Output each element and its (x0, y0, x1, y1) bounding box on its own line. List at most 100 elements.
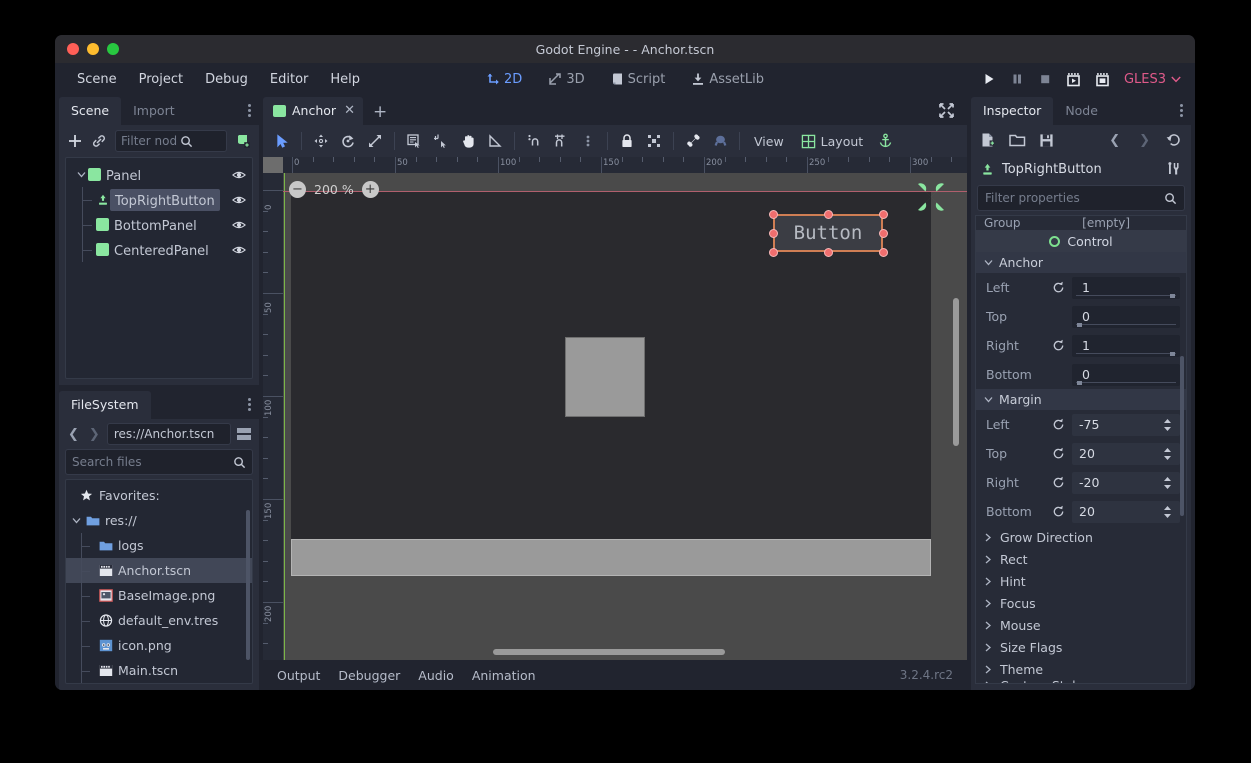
filesystem-scrollbar[interactable] (246, 510, 250, 660)
filesystem-search-input[interactable]: Search files (65, 449, 253, 475)
play-scene-button[interactable] (1066, 72, 1081, 87)
select-tool-button[interactable] (269, 129, 295, 153)
expand-chevron-icon[interactable] (72, 516, 81, 525)
nav-forward-button[interactable]: ❯ (86, 427, 103, 442)
anchor-mode-button[interactable] (872, 129, 898, 153)
resize-handle-tl[interactable] (769, 210, 778, 219)
ruler-corner[interactable] (263, 157, 283, 173)
zoom-out-button[interactable]: − (289, 181, 306, 198)
spinner-arrows-icon[interactable] (1162, 447, 1173, 461)
group-button[interactable] (641, 129, 667, 153)
visibility-toggle[interactable] (232, 168, 246, 182)
tree-item-bottompanel[interactable]: BottomPanel (66, 212, 252, 237)
property-anchor-left[interactable]: Left 1 (976, 273, 1186, 302)
inspector-forward-button[interactable]: ❯ (1136, 133, 1153, 148)
tab-import[interactable]: Import (121, 97, 187, 125)
collapsed-section-hint[interactable]: Hint (976, 570, 1186, 592)
canvas-surface[interactable]: Button (283, 173, 967, 660)
value-slider[interactable]: 1 (1072, 335, 1180, 357)
zoom-in-button[interactable]: + (362, 181, 379, 198)
slider-knob[interactable] (1170, 294, 1175, 298)
menu-debug[interactable]: Debug (195, 68, 258, 91)
canvas-vscrollbar[interactable] (953, 298, 959, 446)
revert-button[interactable] (1052, 476, 1072, 489)
rotate-tool-button[interactable] (335, 129, 361, 153)
tree-item-centeredpanel[interactable]: CenteredPanel (66, 237, 252, 262)
revert-button[interactable] (1052, 447, 1072, 460)
instance-scene-button[interactable] (91, 133, 107, 149)
revert-button[interactable] (1052, 505, 1072, 518)
tab-node[interactable]: Node (1053, 97, 1110, 125)
snap-toggle-button[interactable] (521, 129, 547, 153)
value-spinbox[interactable]: -75 (1072, 414, 1180, 436)
resize-handle-tr[interactable] (879, 210, 888, 219)
object-tools-button[interactable] (1166, 161, 1182, 177)
distraction-free-button[interactable] (938, 102, 967, 125)
spinner-arrows-icon[interactable] (1162, 418, 1173, 432)
slider-knob[interactable] (1170, 352, 1175, 356)
nav-back-button[interactable]: ❮ (65, 427, 82, 442)
pause-button[interactable] (1010, 72, 1024, 86)
revert-button[interactable] (1052, 418, 1072, 431)
fs-item-anchor-tscn[interactable]: Anchor.tscn (66, 558, 252, 583)
property-row-group-partial[interactable]: Group [empty] (976, 216, 1186, 230)
inspector-filter-input[interactable]: Filter properties (977, 185, 1185, 211)
canvas-hscrollbar[interactable] (493, 649, 725, 655)
slider-knob[interactable] (1077, 381, 1082, 385)
play-button[interactable] (982, 72, 996, 86)
visibility-toggle[interactable] (232, 218, 246, 232)
collapsed-section-theme[interactable]: Theme (976, 658, 1186, 680)
lock-button[interactable] (614, 129, 640, 153)
bone-button[interactable] (680, 129, 706, 153)
tab-inspector[interactable]: Inspector (971, 97, 1053, 125)
fs-item-default-env-tres[interactable]: default_env.tres (66, 608, 252, 633)
pan-tool-button[interactable] (455, 129, 481, 153)
property-margin-right[interactable]: Right -20 (976, 468, 1186, 497)
inspector-dock-menu-button[interactable] (1180, 95, 1191, 125)
inspector-scrollbar[interactable] (1180, 356, 1184, 516)
mode-assetlib-button[interactable]: AssetLib (685, 69, 770, 90)
bottom-tab-output[interactable]: Output (277, 668, 320, 683)
inspector-history-button[interactable] (1166, 132, 1182, 148)
add-node-button[interactable] (67, 133, 83, 149)
property-anchor-bottom[interactable]: Bottom 0 (976, 360, 1186, 389)
visibility-toggle[interactable] (232, 243, 246, 257)
visibility-toggle[interactable] (232, 193, 246, 207)
stop-button[interactable] (1038, 72, 1052, 86)
current-path-field[interactable]: res://Anchor.tscn (107, 423, 231, 445)
menu-scene[interactable]: Scene (67, 68, 127, 91)
bottom-tab-animation[interactable]: Animation (472, 668, 536, 683)
play-custom-scene-button[interactable] (1095, 72, 1110, 87)
resize-handle-bl[interactable] (769, 248, 778, 257)
view-menu-button[interactable]: View (746, 134, 792, 149)
list-select-button[interactable] (401, 129, 427, 153)
menu-editor[interactable]: Editor (260, 68, 318, 91)
value-slider[interactable]: 1 (1072, 277, 1180, 299)
fs-item-res-root[interactable]: res:// (66, 508, 252, 533)
canvas-viewport[interactable]: Button (263, 157, 967, 660)
fs-item-main-tscn[interactable]: Main.tscn (66, 658, 252, 683)
collapsed-section-grow-direction[interactable]: Grow Direction (976, 526, 1186, 548)
inspector-back-button[interactable]: ❮ (1106, 133, 1123, 148)
new-resource-button[interactable] (980, 132, 996, 148)
property-margin-bottom[interactable]: Bottom 20 (976, 497, 1186, 526)
scene-dock-menu-button[interactable] (248, 95, 259, 125)
revert-button[interactable] (1052, 339, 1072, 352)
collapsed-section-rect[interactable]: Rect (976, 548, 1186, 570)
slider-knob[interactable] (1077, 323, 1082, 327)
scene-tab-anchor[interactable]: Anchor ✕ (263, 97, 363, 125)
menu-project[interactable]: Project (129, 68, 193, 91)
resize-handle-mr[interactable] (879, 229, 888, 238)
collapsed-section-focus[interactable]: Focus (976, 592, 1186, 614)
value-spinbox[interactable]: 20 (1072, 443, 1180, 465)
revert-button[interactable] (1052, 281, 1072, 294)
open-resource-button[interactable] (1009, 133, 1026, 148)
canvas-more-menu-button[interactable] (575, 129, 601, 153)
renderer-selector[interactable]: GLES3 (1124, 72, 1181, 87)
scene-filter-input[interactable]: Filter nod (115, 130, 227, 152)
tab-filesystem[interactable]: FileSystem (59, 391, 151, 419)
bottom-tab-debugger[interactable]: Debugger (338, 668, 400, 683)
property-list[interactable]: Group [empty] Control Anchor Left (975, 215, 1187, 684)
property-anchor-right[interactable]: Right 1 (976, 331, 1186, 360)
tree-item-toprightbutton[interactable]: TopRightButton (66, 187, 252, 212)
